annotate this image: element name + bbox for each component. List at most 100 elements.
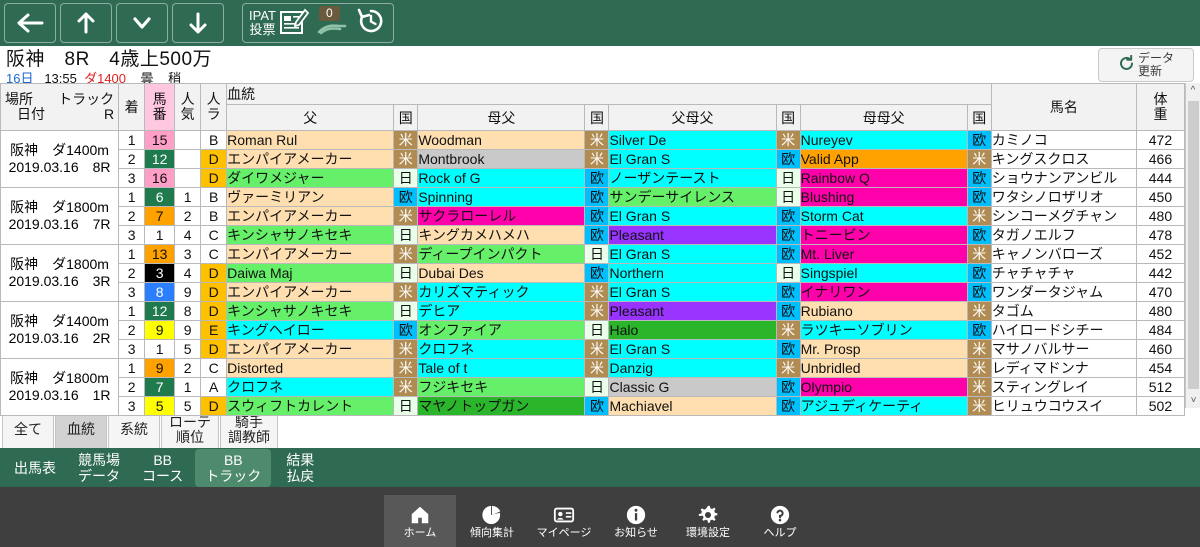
cell-country-4: 米 bbox=[966, 339, 992, 359]
cell-sire: ヴァーミリアン bbox=[226, 187, 395, 207]
race-date-number: 2019.03.16 8R bbox=[8, 159, 111, 175]
bottom-nav-item-1[interactable]: 傾向集計 bbox=[456, 495, 528, 547]
cell-popularity: 4 bbox=[174, 263, 202, 283]
cell-country-4: 米 bbox=[966, 244, 992, 264]
col-dam-of-dam-sire: 母母父 bbox=[799, 104, 968, 131]
col-date-label: 日付 bbox=[17, 106, 45, 122]
cell-sire: キンシャサノキセキ bbox=[226, 301, 395, 321]
scroll-up-button[interactable] bbox=[60, 3, 112, 43]
cell-horse-name: ワタシノロザリオ bbox=[990, 187, 1137, 207]
chevron-down-icon bbox=[130, 15, 154, 31]
cell-horse-no: 6 bbox=[144, 187, 176, 207]
cell-weight: 472 bbox=[1135, 130, 1186, 150]
bottom-nav-item-5[interactable]: ヘルプ bbox=[744, 495, 816, 547]
cell-country-4: 欧 bbox=[966, 320, 992, 340]
cell-popularity bbox=[174, 130, 202, 150]
cell-weight: 454 bbox=[1135, 358, 1186, 378]
cell-broodmare-sire: Dubai Des bbox=[417, 263, 586, 283]
cell-country-1: 日 bbox=[393, 396, 419, 416]
section-tab-1[interactable]: 競馬場 データ bbox=[68, 449, 130, 487]
results-table-container: 場所 トラック 日付 R 着 馬番 人気 人ラ 血統 馬名 体重 父 国 母父 … bbox=[0, 83, 1200, 416]
section-tab-2[interactable]: BB コース bbox=[132, 449, 193, 487]
col-running-style: 人ラ bbox=[200, 83, 228, 131]
cell-rank: 1 bbox=[118, 358, 146, 378]
cell-sire: Distorted bbox=[226, 358, 395, 378]
table-row[interactable]: 3 8 9 D エンパイアメーカー米カリズマティック米 El Gran S 欧イナリワン欧ワ… bbox=[1, 282, 1186, 302]
col-weight: 体重 bbox=[1135, 83, 1186, 131]
back-button[interactable] bbox=[4, 3, 56, 43]
race-meta-cell: 阪神 ダ1800m 2019.03.16 7R bbox=[0, 187, 120, 245]
scroll-down-button[interactable] bbox=[172, 3, 224, 43]
table-vertical-scrollbar[interactable]: ^ ˅ bbox=[1185, 83, 1200, 408]
table-row[interactable]: 阪神 ダ1400m 2019.03.16 8R 1 15 B Roman Rul 米 Wood… bbox=[0, 130, 1186, 188]
cell-broodmare-sire: Spinning bbox=[417, 187, 586, 207]
table-row[interactable]: 2 7 2 B エンパイアメーカー米サクラローレル欧 El Gran S 欧 Storm Ca… bbox=[1, 206, 1186, 226]
data-refresh-button[interactable]: データ 更新 bbox=[1098, 48, 1194, 82]
section-tab-3[interactable]: BB トラック bbox=[195, 449, 272, 487]
cell-broodmare-sire: マヤノトップガン bbox=[417, 396, 586, 416]
scroll-down-arrow-icon[interactable]: ˅ bbox=[1186, 393, 1200, 408]
bottom-nav-item-4[interactable]: 環境設定 bbox=[672, 495, 744, 547]
cell-dam-of-dam-sire: Rubiano bbox=[799, 301, 968, 321]
hand-icon bbox=[315, 24, 349, 44]
cell-horse-no: 8 bbox=[144, 282, 176, 302]
cell-country-3: 欧 bbox=[775, 244, 801, 264]
race-date-number: 2019.03.16 7R bbox=[8, 216, 111, 232]
cell-dam-of-dam-sire: Valid App bbox=[799, 149, 968, 169]
cell-running-style: D bbox=[200, 263, 228, 283]
cell-dam-of-dam-sire: アジュディケーティ bbox=[799, 396, 968, 416]
cell-dam-of-dam-sire: Storm Cat bbox=[799, 206, 968, 226]
cell-rank: 2 bbox=[118, 149, 146, 169]
section-tab-0[interactable]: 出馬表 bbox=[4, 457, 66, 479]
vote-count-button[interactable]: 0 bbox=[315, 6, 349, 40]
table-row[interactable]: 3 1 5 D エンパイアメーカー米クロフネ米 El Gran S 欧 Mr. Prosp 米マ… bbox=[1, 339, 1186, 359]
table-row[interactable]: 阪神 ダ1800m 2019.03.16 7R 1 6 1 B ヴァーミリアン欧 Spinni… bbox=[0, 187, 1186, 245]
cell-country-1: 欧 bbox=[393, 320, 419, 340]
history-button[interactable] bbox=[355, 5, 387, 42]
scroll-up-arrow-icon[interactable]: ^ bbox=[1186, 83, 1200, 98]
table-row[interactable]: 阪神 ダ1800m 2019.03.16 3R 1 13 3 C エンパイアメーカー米ディー… bbox=[0, 244, 1186, 302]
table-row[interactable]: 3 5 5 D スウィフトカレント日マヤノトップガン欧 Machiavel 欧アジュディケー… bbox=[1, 396, 1186, 416]
bottom-nav-label: ヘルプ bbox=[763, 526, 797, 539]
col-pedigree-group: 血統 bbox=[226, 83, 992, 105]
up-arrow-icon bbox=[74, 10, 98, 36]
bottom-nav-item-3[interactable]: お知らせ bbox=[600, 495, 672, 547]
cell-country-1: 米 bbox=[393, 130, 419, 150]
bottom-nav-item-0[interactable]: ホーム bbox=[384, 495, 456, 547]
cell-popularity: 8 bbox=[174, 301, 202, 321]
table-row[interactable]: 2 3 4 D Daiwa Maj 日 Dubai Des 欧 Northern 日 Singspi… bbox=[1, 263, 1186, 283]
cell-dam-of-dam-sire: Olympio bbox=[799, 377, 968, 397]
table-row[interactable]: 3 1 4 C キンシャサノキセキ日キングカメハメハ欧 Pleasant 欧トニービン欧タガ… bbox=[1, 225, 1186, 245]
bottom-nav-label: マイページ bbox=[536, 526, 592, 539]
table-row[interactable]: 2 7 1 A クロフネ米フジキセキ日 Classic G 欧 Olympio 米スティングレイ… bbox=[1, 377, 1186, 397]
cell-sire-of-dam-sire: El Gran S bbox=[608, 149, 777, 169]
bottom-nav-item-2[interactable]: マイページ bbox=[528, 495, 600, 547]
race-meta-cell: 阪神 ダ1400m 2019.03.16 2R bbox=[0, 301, 120, 359]
scrollbar-thumb[interactable] bbox=[1188, 101, 1199, 389]
table-head-group-row: 場所 トラック 日付 R 着 馬番 人気 人ラ 血統 馬名 体重 bbox=[0, 83, 1186, 131]
table-row[interactable]: 阪神 ダ1400m 2019.03.16 2R 1 12 8 D キンシャサノキセキ日デヒア… bbox=[0, 301, 1186, 359]
question-icon bbox=[769, 504, 791, 526]
table-row[interactable]: 阪神 ダ1800m 2019.03.16 1R 1 9 2 C Distorted 米 Tale… bbox=[0, 358, 1186, 416]
cell-horse-name: シンコーメグチャン bbox=[990, 206, 1137, 226]
table-row[interactable]: 2 9 9 E キングヘイロー欧オンファイア日 Halo 米ラツキーソブリン欧ハイロードシチ… bbox=[1, 320, 1186, 340]
cell-country-1: 欧 bbox=[393, 187, 419, 207]
cell-horse-no: 7 bbox=[144, 206, 176, 226]
cell-broodmare-sire: クロフネ bbox=[417, 339, 586, 359]
race-date-number: 2019.03.16 3R bbox=[8, 273, 111, 289]
section-tab-4[interactable]: 結果 払戻 bbox=[273, 449, 327, 487]
cell-horse-no: 9 bbox=[144, 358, 176, 378]
cell-country-2: 欧 bbox=[584, 206, 610, 226]
cell-popularity: 1 bbox=[174, 377, 202, 397]
cell-running-style: D bbox=[200, 339, 228, 359]
cell-sire-of-dam-sire: Machiavel bbox=[608, 396, 777, 416]
bottom-nav-items: ホーム 傾向集計 マイページ お知らせ 環境設定 ヘルプ bbox=[384, 495, 816, 547]
vote-count-badge: 0 bbox=[318, 6, 340, 21]
table-row[interactable]: 2 12 D エンパイアメーカー米 Montbrook 米 El Gran S 欧 Valid … bbox=[1, 149, 1186, 169]
cell-sire: Daiwa Maj bbox=[226, 263, 395, 283]
ipat-vote-button[interactable]: IPAT 投票 bbox=[249, 6, 310, 41]
cell-country-3: 欧 bbox=[775, 339, 801, 359]
collapse-button[interactable] bbox=[116, 3, 168, 43]
cell-weight: 502 bbox=[1135, 396, 1186, 416]
table-row[interactable]: 3 16 D ダイワメジャー日 Rock of G 欧ノーザンテースト日 Rainbow Q… bbox=[1, 168, 1186, 188]
